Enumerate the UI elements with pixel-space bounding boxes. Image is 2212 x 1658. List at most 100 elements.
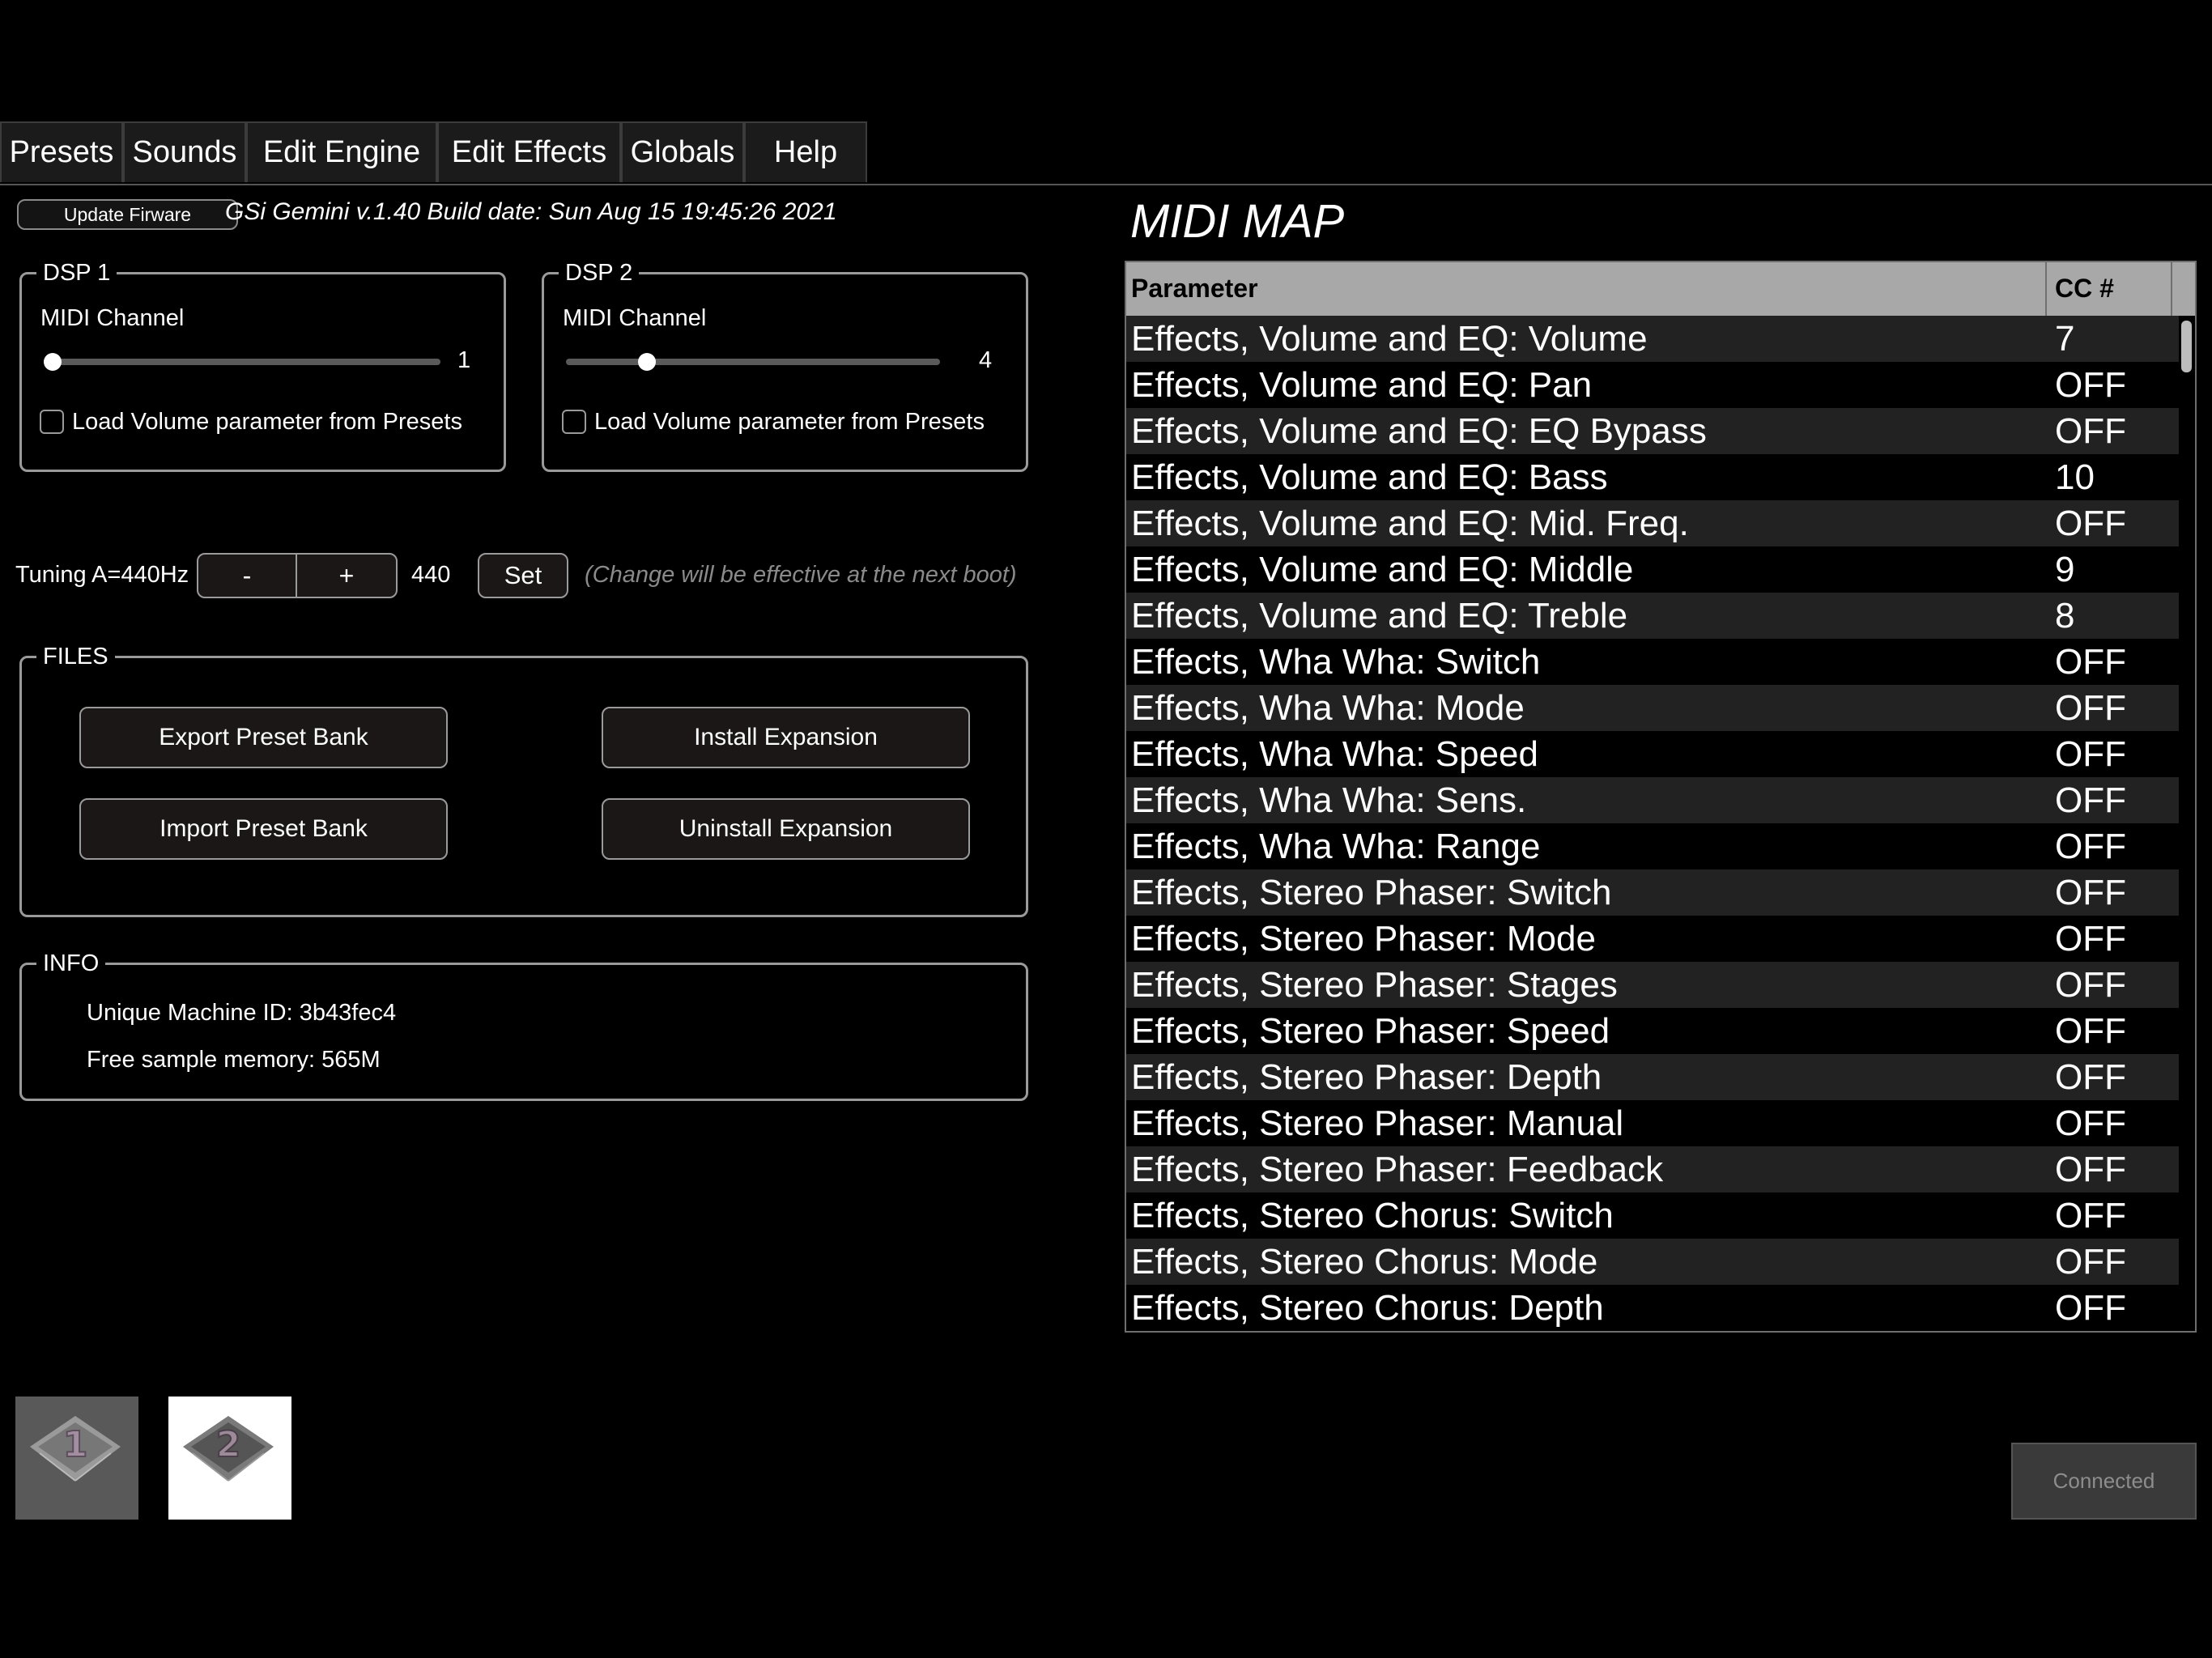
dsp1-slider-thumb[interactable] — [44, 353, 62, 371]
tuning-decrement-button[interactable]: - — [197, 553, 297, 598]
table-row[interactable]: Effects, Stereo Phaser: Speed OFF — [1126, 1008, 2179, 1054]
table-row[interactable]: Effects, Stereo Chorus: Mode OFF — [1126, 1239, 2179, 1285]
row-cc-value[interactable]: OFF — [2055, 731, 2126, 777]
dsp1-midi-channel-value: 1 — [457, 347, 471, 373]
dsp2-chip-button[interactable]: 2 — [168, 1397, 291, 1520]
tab-edit-effects[interactable]: Edit Effects — [437, 121, 621, 182]
export-preset-bank-button[interactable]: Export Preset Bank — [79, 707, 448, 768]
table-row[interactable]: Effects, Stereo Phaser: Depth OFF — [1126, 1054, 2179, 1100]
row-cc-value[interactable]: OFF — [2055, 869, 2126, 916]
table-row[interactable]: Effects, Wha Wha: Sens. OFF — [1126, 777, 2179, 823]
row-cc-value[interactable]: OFF — [2055, 362, 2126, 408]
table-row[interactable]: Effects, Volume and EQ: Middle 9 — [1126, 546, 2179, 593]
row-cc-value[interactable]: OFF — [2055, 823, 2126, 869]
row-cc-value[interactable]: OFF — [2055, 500, 2126, 546]
table-row[interactable]: Effects, Stereo Phaser: Mode OFF — [1126, 916, 2179, 962]
row-cc-value[interactable]: OFF — [2055, 1008, 2126, 1054]
dsp2-load-volume-label: Load Volume parameter from Presets — [594, 409, 985, 435]
tab-globals[interactable]: Globals — [621, 121, 744, 182]
connection-status-button[interactable]: Connected — [2011, 1443, 2197, 1520]
update-firmware-button[interactable]: Update Firware — [17, 199, 238, 230]
row-cc-value[interactable]: OFF — [2055, 777, 2126, 823]
dsp1-title: DSP 1 — [36, 259, 117, 287]
table-row[interactable]: Effects, Wha Wha: Speed OFF — [1126, 731, 2179, 777]
row-cc-value[interactable]: OFF — [2055, 1146, 2126, 1192]
column-divider — [2045, 262, 2047, 316]
tab-presets[interactable]: Presets — [0, 121, 123, 182]
tab-help[interactable]: Help — [744, 121, 867, 182]
scrollbar-header — [2179, 262, 2195, 316]
table-row[interactable]: Effects, Wha Wha: Switch OFF — [1126, 639, 2179, 685]
tuning-set-button[interactable]: Set — [478, 553, 568, 598]
table-row[interactable]: Effects, Volume and EQ: Pan OFF — [1126, 362, 2179, 408]
dsp2-midi-channel-slider[interactable] — [566, 359, 940, 365]
tuning-increment-button[interactable]: + — [296, 553, 398, 598]
table-scrollbar[interactable] — [2181, 321, 2192, 372]
row-parameter: Effects, Wha Wha: Range — [1131, 827, 1541, 866]
dsp2-midi-channel-label: MIDI Channel — [563, 305, 707, 331]
table-row[interactable]: Effects, Volume and EQ: Mid. Freq. OFF — [1126, 500, 2179, 546]
row-parameter: Effects, Wha Wha: Mode — [1131, 688, 1525, 728]
row-cc-value[interactable]: 7 — [2055, 316, 2074, 362]
dsp2-load-volume-checkbox[interactable] — [562, 410, 586, 434]
firmware-version-text: GSi Gemini v.1.40 Build date: Sun Aug 15… — [225, 198, 837, 225]
row-cc-value[interactable]: OFF — [2055, 685, 2126, 731]
table-header: Parameter CC # — [1126, 262, 2179, 316]
row-parameter: Effects, Volume and EQ: Treble — [1131, 596, 1628, 636]
row-cc-value[interactable]: OFF — [2055, 1239, 2126, 1285]
table-row[interactable]: Effects, Stereo Phaser: Stages OFF — [1126, 962, 2179, 1008]
row-cc-value[interactable]: OFF — [2055, 916, 2126, 962]
midi-map-table[interactable]: Parameter CC # Effects, Volume and EQ: V… — [1125, 261, 2197, 1333]
row-cc-value[interactable]: OFF — [2055, 962, 2126, 1008]
tab-sounds[interactable]: Sounds — [123, 121, 246, 182]
row-cc-value[interactable]: OFF — [2055, 1054, 2126, 1100]
table-row[interactable]: Effects, Wha Wha: Mode OFF — [1126, 685, 2179, 731]
row-parameter: Effects, Stereo Phaser: Feedback — [1131, 1150, 1664, 1189]
table-row[interactable]: Effects, Volume and EQ: EQ Bypass OFF — [1126, 408, 2179, 454]
dsp1-chip-button[interactable]: 1 — [15, 1397, 138, 1520]
row-cc-value[interactable]: OFF — [2055, 1100, 2126, 1146]
row-cc-value[interactable]: 9 — [2055, 546, 2074, 593]
table-row[interactable]: Effects, Stereo Chorus: Depth OFF — [1126, 1285, 2179, 1331]
table-row[interactable]: Effects, Stereo Chorus: Switch OFF — [1126, 1192, 2179, 1239]
machine-id-text: Unique Machine ID: 3b43fec4 — [87, 1000, 397, 1026]
table-row[interactable]: Effects, Stereo Phaser: Feedback OFF — [1126, 1146, 2179, 1192]
table-row[interactable]: Effects, Volume and EQ: Treble 8 — [1126, 593, 2179, 639]
table-row[interactable]: Effects, Stereo Phaser: Manual OFF — [1126, 1100, 2179, 1146]
row-parameter: Effects, Stereo Phaser: Depth — [1131, 1057, 1602, 1097]
row-parameter: Effects, Volume and EQ: Volume — [1131, 319, 1648, 359]
dsp1-midi-channel-slider[interactable] — [44, 359, 440, 365]
row-cc-value[interactable]: 10 — [2055, 454, 2095, 500]
column-header-parameter[interactable]: Parameter — [1131, 274, 1258, 304]
row-parameter: Effects, Wha Wha: Sens. — [1131, 780, 1527, 820]
row-parameter: Effects, Stereo Chorus: Depth — [1131, 1288, 1604, 1328]
row-parameter: Effects, Volume and EQ: EQ Bypass — [1131, 411, 1707, 451]
table-row[interactable]: Effects, Volume and EQ: Volume 7 — [1126, 316, 2179, 362]
table-row[interactable]: Effects, Wha Wha: Range OFF — [1126, 823, 2179, 869]
import-preset-bank-button[interactable]: Import Preset Bank — [79, 798, 448, 860]
free-memory-text: Free sample memory: 565M — [87, 1047, 381, 1073]
row-parameter: Effects, Stereo Chorus: Switch — [1131, 1196, 1614, 1235]
row-cc-value[interactable]: OFF — [2055, 1285, 2126, 1331]
tuning-label: Tuning A=440Hz — [15, 562, 189, 588]
row-cc-value[interactable]: OFF — [2055, 1192, 2126, 1239]
dsp1-chip-number: 1 — [63, 1424, 88, 1465]
row-cc-value[interactable]: OFF — [2055, 408, 2126, 454]
table-row[interactable]: Effects, Volume and EQ: Bass 10 — [1126, 454, 2179, 500]
dsp2-slider-thumb[interactable] — [638, 353, 656, 371]
row-parameter: Effects, Volume and EQ: Bass — [1131, 457, 1608, 497]
dsp2-group: DSP 2 MIDI Channel 4 Load Volume paramet… — [542, 259, 1028, 472]
tab-bar: Presets Sounds Edit Engine Edit Effects … — [0, 121, 2212, 185]
column-header-cc[interactable]: CC # — [2055, 274, 2114, 304]
info-title: INFO — [36, 950, 106, 977]
install-expansion-button[interactable]: Install Expansion — [602, 707, 970, 768]
uninstall-expansion-button[interactable]: Uninstall Expansion — [602, 798, 970, 860]
row-parameter: Effects, Volume and EQ: Mid. Freq. — [1131, 504, 1689, 543]
row-cc-value[interactable]: OFF — [2055, 639, 2126, 685]
row-parameter: Effects, Stereo Phaser: Speed — [1131, 1011, 1610, 1051]
row-cc-value[interactable]: 8 — [2055, 593, 2074, 639]
tab-edit-engine[interactable]: Edit Engine — [246, 121, 437, 182]
table-row[interactable]: Effects, Stereo Phaser: Switch OFF — [1126, 869, 2179, 916]
dsp1-midi-channel-label: MIDI Channel — [40, 305, 185, 331]
dsp1-load-volume-checkbox[interactable] — [40, 410, 64, 434]
